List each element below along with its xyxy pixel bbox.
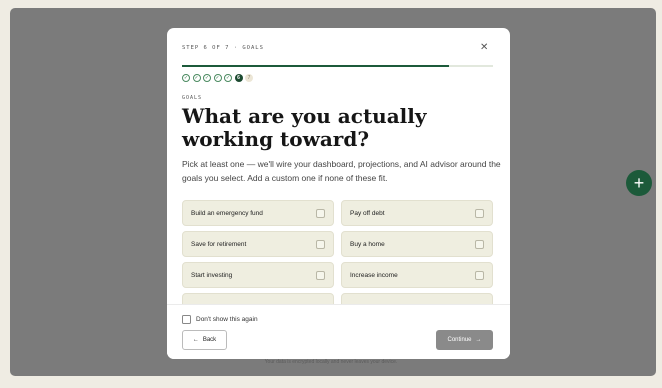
step-7-upcoming: 7 xyxy=(245,74,253,82)
checkbox-icon[interactable] xyxy=(316,270,325,280)
goal-option[interactable]: Increase income xyxy=(341,262,493,288)
dont-show-label: Don't show this again xyxy=(196,316,258,323)
section-eyebrow: GOALS xyxy=(182,95,203,101)
arrow-left-icon: ← xyxy=(192,337,199,343)
checkbox-icon[interactable] xyxy=(475,270,484,280)
checkbox-icon[interactable] xyxy=(475,208,484,218)
step-5-done: ✓ xyxy=(224,74,232,82)
goal-label: Save for retirement xyxy=(191,240,247,248)
progress-fill xyxy=(182,65,450,67)
back-button[interactable]: ← Back xyxy=(182,330,227,350)
checkbox-icon[interactable] xyxy=(316,239,325,249)
back-label: Back xyxy=(202,337,217,343)
modal-title: What are you actually working toward? xyxy=(182,104,427,151)
checkbox-icon[interactable] xyxy=(316,208,325,218)
goal-option[interactable]: Start investing xyxy=(182,262,334,288)
checkbox-icon[interactable] xyxy=(182,315,191,324)
continue-button[interactable]: Continue → xyxy=(436,330,493,350)
step-2-done: ✓ xyxy=(192,74,201,82)
dont-show-again-checkbox[interactable]: Don't show this again xyxy=(182,315,258,324)
step-6-current: 6 xyxy=(234,74,243,82)
goal-label: Buy a home xyxy=(350,240,385,248)
progress-bar xyxy=(182,65,493,67)
plus-icon: + xyxy=(633,173,645,193)
step-indicator: ✓ ✓ ✓ ✓ ✓ 6 7 xyxy=(182,74,253,82)
goal-label: Build an emergency fund xyxy=(191,209,263,217)
goal-options: Build an emergency fund Pay off debt Sav… xyxy=(182,200,493,319)
goal-label: Start investing xyxy=(191,271,233,279)
step-1-done: ✓ xyxy=(182,74,190,82)
arrow-right-icon: → xyxy=(475,337,482,343)
goal-option[interactable]: Pay off debt xyxy=(341,200,493,226)
checkbox-icon[interactable] xyxy=(475,239,484,249)
goal-label: Pay off debt xyxy=(350,209,385,217)
modal-subtitle: Pick at least one — we'll wire your dash… xyxy=(182,159,501,183)
goal-option[interactable]: Buy a home xyxy=(341,231,493,257)
goal-label: Increase income xyxy=(350,271,398,279)
goals-modal: STEP 6 OF 7 · GOALS ✕ ✓ ✓ ✓ ✓ ✓ 6 7 GOAL… xyxy=(167,28,510,359)
step-4-done: ✓ xyxy=(213,74,222,82)
close-icon[interactable]: ✕ xyxy=(480,42,488,53)
modal-footer: Don't show this again ← Back Continue → xyxy=(167,304,510,359)
step-label: STEP 6 OF 7 · GOALS xyxy=(182,45,264,51)
continue-label: Continue xyxy=(447,337,472,343)
privacy-note: Your data is encrypted locally and never… xyxy=(264,359,398,365)
goal-option[interactable]: Save for retirement xyxy=(182,231,334,257)
step-3-done: ✓ xyxy=(203,74,211,82)
goal-option[interactable]: Build an emergency fund xyxy=(182,200,334,226)
add-button[interactable]: + xyxy=(626,170,652,196)
